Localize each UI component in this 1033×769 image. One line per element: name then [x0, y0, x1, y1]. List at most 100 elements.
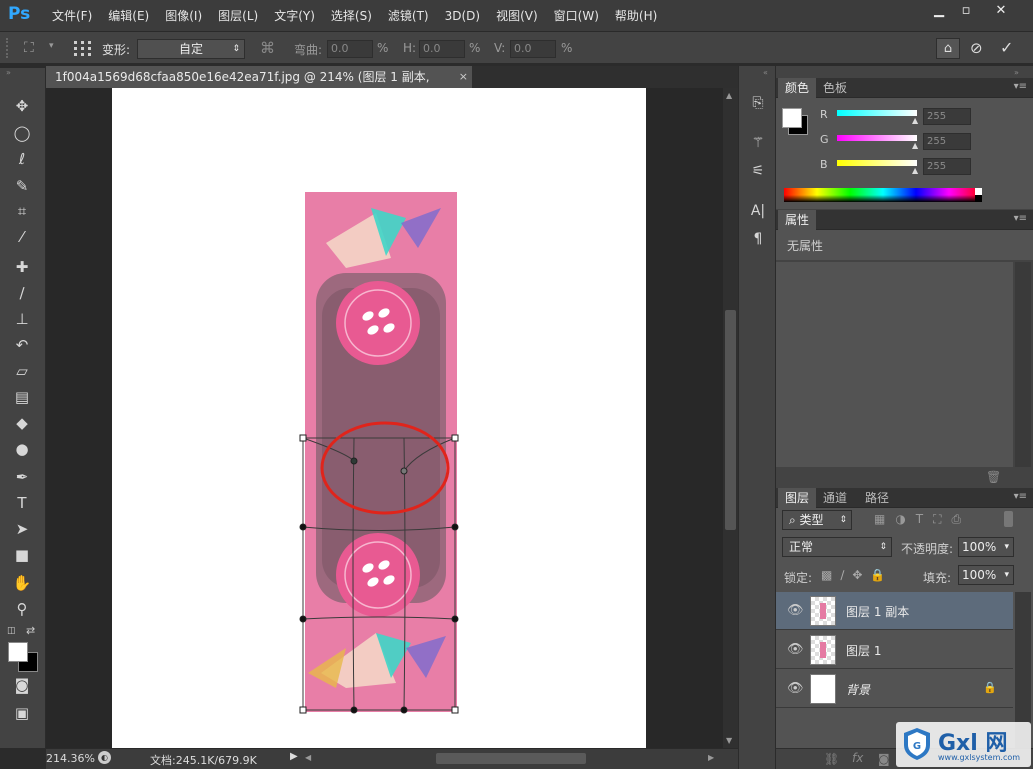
screen-mode-icon[interactable]: ▣: [9, 702, 35, 724]
tab-paths[interactable]: 路径: [858, 488, 896, 508]
menu-view[interactable]: 视图(V): [488, 0, 546, 32]
options-bar-grip[interactable]: [6, 38, 10, 58]
close-tab-icon[interactable]: ×: [459, 66, 468, 88]
menu-filter[interactable]: 滤镜(T): [380, 0, 437, 32]
healing-brush-icon[interactable]: ✚: [9, 256, 35, 278]
lasso-tool-icon[interactable]: ℓ: [9, 148, 35, 170]
commit-transform-icon[interactable]: ✓: [1000, 38, 1013, 57]
foreground-color-swatch[interactable]: [8, 642, 28, 662]
zoom-tool-icon[interactable]: ⚲: [9, 598, 35, 620]
value-b[interactable]: 255: [923, 158, 971, 175]
fx-icon[interactable]: fx: [852, 751, 863, 765]
slider-b-handle-icon[interactable]: ▲: [912, 166, 918, 175]
cancel-transform-icon[interactable]: ⊘: [970, 39, 983, 57]
blur-tool-icon[interactable]: ◆: [9, 412, 35, 434]
crop-tool-icon[interactable]: ⌗: [9, 200, 35, 222]
layer-filter-select[interactable]: ⌕ 类型 ⇕: [782, 510, 852, 530]
menu-edit[interactable]: 编辑(E): [100, 0, 157, 32]
eraser-tool-icon[interactable]: ▱: [9, 360, 35, 382]
spectrum-black-swatch[interactable]: [975, 195, 982, 202]
warp-style-select[interactable]: 自定 ⇕: [137, 39, 245, 59]
reference-point-icon[interactable]: [73, 40, 93, 58]
spectrum-white-swatch[interactable]: [975, 188, 982, 195]
horizontal-scroll-thumb[interactable]: [436, 753, 586, 764]
layer-row-1[interactable]: 👁 图层 1: [776, 631, 1013, 669]
slider-g-handle-icon[interactable]: ▲: [912, 141, 918, 150]
collapse-toolbar-icon[interactable]: »: [0, 68, 46, 78]
layer-row-background[interactable]: 👁 背景 🔒: [776, 670, 1013, 708]
layer-row-copy[interactable]: 👁 图层 1 副本: [776, 592, 1013, 630]
value-r[interactable]: 255: [923, 108, 971, 125]
filter-toggle[interactable]: [1004, 511, 1013, 527]
gradient-tool-icon[interactable]: ▤: [9, 386, 35, 408]
move-tool-icon[interactable]: ✥: [9, 95, 35, 117]
v-input[interactable]: 0.0: [510, 40, 556, 58]
quick-selection-icon[interactable]: ✎: [9, 175, 35, 197]
panel-menu-icon[interactable]: ▾≡: [1014, 491, 1027, 502]
tab-properties[interactable]: 属性: [778, 210, 817, 230]
transform-tool-icon[interactable]: ⛶: [24, 40, 34, 56]
clone-stamp-icon[interactable]: ⊥: [9, 308, 35, 330]
collapse-panels-icon[interactable]: »: [1014, 68, 1019, 77]
tab-channels[interactable]: 通道: [816, 488, 854, 508]
blend-mode-select[interactable]: 正常 ⇕: [782, 537, 892, 557]
warp-orientation-icon[interactable]: ⌘: [260, 39, 275, 57]
character-panel-icon[interactable]: A|: [747, 200, 769, 222]
maximize-icon[interactable]: ▫: [951, 1, 981, 21]
default-colors-icon[interactable]: ◫: [7, 626, 16, 636]
status-info-icon[interactable]: ◐: [98, 751, 111, 764]
paragraph-panel-icon[interactable]: ¶: [747, 228, 769, 250]
dodge-tool-icon[interactable]: ●: [9, 438, 35, 460]
close-icon[interactable]: ✕: [986, 1, 1016, 21]
opacity-input[interactable]: 100% ▾: [958, 537, 1014, 557]
vertical-scroll-thumb[interactable]: [725, 310, 736, 530]
add-mask-icon[interactable]: ◙: [878, 752, 890, 766]
canvas-area[interactable]: [46, 88, 723, 748]
properties-scrollbar[interactable]: [1015, 262, 1031, 467]
color-fg-swatch[interactable]: [782, 108, 802, 128]
slider-g[interactable]: [837, 135, 917, 141]
h-input[interactable]: 0.0: [419, 40, 465, 58]
slider-r[interactable]: [837, 110, 917, 116]
value-g[interactable]: 255: [923, 133, 971, 150]
package-artwork[interactable]: [46, 88, 723, 748]
scroll-down-icon[interactable]: ▼: [726, 736, 732, 745]
panel-menu-icon[interactable]: ▾≡: [1014, 81, 1027, 92]
panel-menu-icon[interactable]: ▾≡: [1014, 213, 1027, 224]
scroll-right-icon[interactable]: ▶: [708, 753, 714, 762]
tab-swatches[interactable]: 色板: [816, 78, 854, 98]
history-panel-icon[interactable]: ⎘: [747, 92, 769, 114]
type-tool-icon[interactable]: T: [9, 492, 35, 514]
scroll-up-icon[interactable]: ▲: [726, 91, 732, 100]
menu-image[interactable]: 图像(I): [157, 0, 210, 32]
quick-mask-icon[interactable]: ◙: [9, 674, 35, 696]
eyedropper-icon[interactable]: ⁄: [9, 226, 35, 248]
scroll-left-icon[interactable]: ◀: [305, 753, 311, 762]
clone-source-icon[interactable]: ⚟: [747, 160, 769, 182]
menu-help[interactable]: 帮助(H): [607, 0, 665, 32]
history-brush-icon[interactable]: ↶: [9, 334, 35, 356]
expand-dock-icon[interactable]: «: [763, 68, 768, 77]
link-layers-icon[interactable]: ⛓: [824, 752, 839, 766]
eye-icon[interactable]: 👁: [787, 603, 804, 618]
hand-tool-icon[interactable]: ✋: [9, 572, 35, 594]
tab-layers[interactable]: 图层: [778, 488, 817, 508]
bend-input[interactable]: 0.0: [327, 40, 373, 58]
slider-r-handle-icon[interactable]: ▲: [912, 116, 918, 125]
menu-3d[interactable]: 3D(D): [437, 0, 488, 32]
eye-icon[interactable]: 👁: [787, 642, 804, 657]
rectangle-tool-icon[interactable]: ■: [9, 544, 35, 566]
trash-icon[interactable]: 🗑: [986, 470, 1001, 484]
menu-layer[interactable]: 图层(L): [210, 0, 266, 32]
status-menu-arrow-icon[interactable]: ▶: [290, 751, 298, 762]
eye-icon[interactable]: 👁: [787, 681, 804, 696]
menu-window[interactable]: 窗口(W): [546, 0, 607, 32]
path-selection-icon[interactable]: ➤: [9, 518, 35, 540]
menu-file[interactable]: 文件(F): [44, 0, 100, 32]
zoom-level[interactable]: 214.36%: [46, 752, 95, 765]
warp-mode-toggle-icon[interactable]: ⌂: [936, 38, 960, 59]
lock-icons[interactable]: ▩∕✥🔒: [821, 568, 893, 582]
chevron-down-icon[interactable]: ▾: [49, 41, 54, 51]
canvas-vertical-scrollbar[interactable]: ▲ ▼: [723, 88, 738, 748]
document-tab[interactable]: 1f004a1569d68cfaa850e16e42ea71f.jpg @ 21…: [46, 66, 472, 106]
